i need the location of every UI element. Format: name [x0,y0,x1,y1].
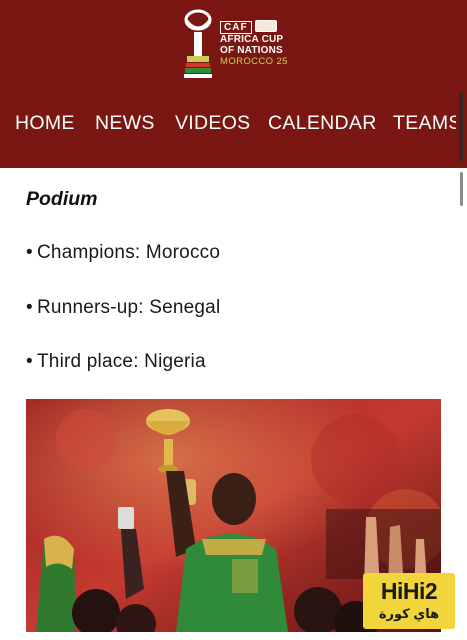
page-scrollbar[interactable] [460,172,463,206]
bullet-icon: • [26,351,33,372]
main-nav: HOME NEWS VIDEOS CALENDAR TEAMS [0,112,456,140]
nav-calendar[interactable]: CALENDAR [268,112,377,135]
watermark-subtitle: هاي كورة [378,606,440,621]
logo-wordmark: CAF AFRICA CUP OF NATIONS MOROCCO 25 [220,20,296,67]
nav-news[interactable]: NEWS [95,112,155,135]
logo-line-2: OF NATIONS [220,45,283,56]
trophy-icon [184,9,212,78]
nav-videos[interactable]: VIDEOS [175,112,251,135]
afcon-logo[interactable]: CAF AFRICA CUP OF NATIONS MOROCCO 25 [178,8,293,82]
podium-item: • Third place: Nigeria [26,351,206,373]
podium-third-place: Third place: Nigeria [37,351,206,372]
bullet-icon: • [26,297,33,318]
podium-champions: Champions: Morocco [37,242,221,263]
nav-scrollbar[interactable] [459,92,463,162]
section-title: Podium [26,188,98,210]
podium-runners-up: Runners-up: Senegal [37,297,221,318]
sponsor-badge-icon [254,20,277,32]
nav-home[interactable]: HOME [15,112,75,135]
caf-brand: CAF [220,21,252,34]
podium-item: • Champions: Morocco [26,242,220,264]
watermark-title: HiHi2 [380,578,438,604]
watermark-logo: HiHi2 هاي كورة [363,573,455,629]
site-header: CAF AFRICA CUP OF NATIONS MOROCCO 25 HOM… [0,0,467,168]
logo-line-1: AFRICA CUP [220,34,284,45]
bullet-icon: • [26,242,33,263]
podium-item: • Runners-up: Senegal [26,297,220,319]
logo-host: MOROCCO 25 [220,56,288,67]
nav-teams[interactable]: TEAMS [393,112,456,135]
